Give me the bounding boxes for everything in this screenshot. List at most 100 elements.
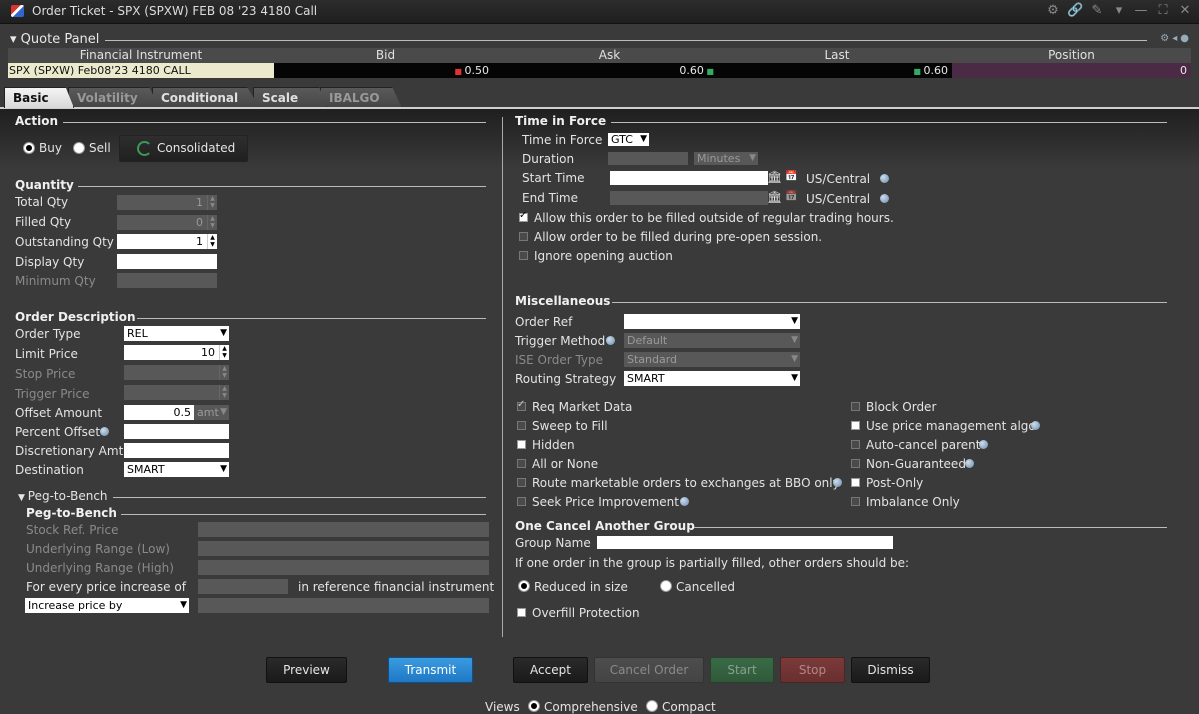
stock-ref-price-label: Stock Ref. Price [26, 523, 119, 537]
order-type-select[interactable]: REL ▼ [124, 326, 229, 341]
quote-panel-title[interactable]: ▾ Quote Panel [10, 32, 99, 47]
close-icon[interactable]: ✕ [1177, 3, 1193, 18]
tab-ibalgo[interactable]: IBALGO [320, 87, 402, 108]
tab-scale[interactable]: Scale [253, 87, 328, 108]
info-icon[interactable] [833, 478, 842, 487]
tif-select[interactable]: GTC ▼ [608, 133, 649, 146]
consolidated-button[interactable]: Consolidated [119, 135, 248, 162]
help-icon[interactable]: ● [1180, 33, 1189, 44]
imbalance-only-checkbox[interactable] [851, 497, 860, 506]
outstanding-qty-field[interactable]: 1 ▲ ▼ [117, 234, 217, 249]
minimum-qty-field [117, 273, 217, 288]
routing-strategy-select[interactable]: SMART ▼ [624, 371, 800, 386]
post-only-label: Post-Only [866, 476, 924, 490]
hidden-checkbox[interactable] [517, 440, 526, 449]
cancelled-radio[interactable] [660, 580, 672, 592]
trigger-price-label: Trigger Price [15, 387, 90, 401]
tab-basic[interactable]: Basic [4, 87, 74, 108]
trigger-price-spinner: ▲ ▼ [219, 385, 229, 400]
calendar-icon: 📅 [785, 191, 798, 202]
ise-order-type-label: ISE Order Type [515, 353, 604, 367]
imbalance-only-label: Imbalance Only [866, 495, 960, 509]
display-qty-field[interactable] [117, 254, 217, 269]
quote-row[interactable]: SPX (SPXW) Feb08'23 4180 CALL ■ 0.50 0.6… [8, 63, 1191, 78]
auto-cancel-parent-checkbox[interactable] [851, 440, 860, 449]
limit-price-field[interactable]: 10 ▲ ▼ [124, 345, 229, 360]
gear-icon[interactable]: ⚙ [1045, 3, 1061, 18]
ise-order-type-select: Standard ▼ [624, 352, 800, 367]
outside-rth-checkbox[interactable] [519, 210, 528, 222]
exchange-icon[interactable]: 🏛 [767, 170, 782, 184]
hidden-label: Hidden [532, 438, 575, 452]
accept-button[interactable]: Accept [513, 657, 588, 683]
outstanding-qty-spinner[interactable]: ▲ ▼ [207, 234, 217, 249]
tif-title: Time in Force [515, 114, 607, 128]
link-icon[interactable]: 🔗 [1067, 3, 1083, 18]
seek-price-improvement-checkbox[interactable] [517, 497, 526, 506]
col-bid: Bid [375, 48, 396, 62]
expand-icon[interactable]: ◂ [1172, 33, 1177, 44]
peg-collapse-rule [113, 497, 486, 498]
info-icon[interactable] [880, 174, 889, 183]
info-icon[interactable] [680, 497, 689, 506]
collapse-triangle-icon: ▼ [18, 493, 28, 503]
total-qty-value: 1 [196, 196, 203, 209]
non-guaranteed-checkbox[interactable] [851, 459, 860, 468]
compact-radio[interactable] [646, 700, 658, 712]
pin-icon[interactable]: ✎ [1089, 3, 1105, 18]
block-order-checkbox[interactable] [851, 402, 860, 411]
minimize-icon[interactable]: — [1133, 3, 1149, 18]
ignore-auction-checkbox[interactable] [519, 251, 528, 260]
duration-field [608, 152, 688, 165]
post-only-checkbox[interactable] [851, 478, 860, 487]
increase-price-select[interactable]: Increase price by ▼ [25, 598, 189, 613]
refresh-icon [137, 141, 152, 156]
order-ref-select[interactable]: ▼ [624, 314, 800, 329]
calendar-icon[interactable]: 📅 [785, 171, 797, 182]
pre-open-checkbox[interactable] [519, 232, 528, 241]
sweep-to-fill-checkbox[interactable] [517, 421, 526, 430]
info-icon[interactable] [880, 194, 889, 203]
peg-to-bench-toggle[interactable]: ▼ Peg-to-Bench [18, 489, 108, 503]
sell-radio[interactable] [73, 142, 85, 154]
percent-offset-field[interactable] [124, 424, 229, 439]
all-or-none-checkbox[interactable] [517, 459, 526, 468]
info-icon[interactable] [100, 427, 109, 436]
title-bar: Order Ticket - SPX (SPXW) FEB 08 '23 418… [0, 0, 1199, 24]
chevron-down-icon: ▼ [791, 316, 798, 326]
dismiss-button[interactable]: Dismiss [851, 657, 930, 683]
col-position: Position [1048, 48, 1095, 62]
config-icon[interactable]: ⚙ [1160, 33, 1169, 44]
chevron-down-icon: ▼ [220, 328, 227, 338]
group-name-field[interactable] [597, 536, 893, 549]
tab-conditional[interactable]: Conditional [152, 87, 260, 108]
buy-radio[interactable] [23, 142, 35, 154]
reduced-radio[interactable] [518, 580, 530, 592]
comprehensive-radio[interactable] [528, 700, 540, 712]
price-mgmt-algo-checkbox[interactable] [851, 421, 860, 430]
start-time-field[interactable] [610, 171, 768, 185]
info-icon[interactable] [606, 336, 615, 345]
discretionary-amt-field[interactable] [124, 443, 229, 458]
offset-amount-field[interactable]: 0.5 [124, 405, 194, 420]
info-icon[interactable] [1031, 421, 1040, 430]
every-increase-field [198, 579, 288, 594]
info-icon[interactable] [965, 459, 974, 468]
overfill-protection-checkbox[interactable] [517, 608, 526, 617]
route-bbo-checkbox[interactable] [517, 478, 526, 487]
transmit-button[interactable]: Transmit [388, 657, 473, 683]
outside-rth-label: Allow this order to be filled outside of… [534, 211, 894, 225]
quote-position: 0 [952, 63, 1191, 78]
offset-amount-label: Offset Amount [15, 406, 103, 420]
tab-volatility[interactable]: Volatility [68, 87, 160, 108]
quote-panel-rule [105, 40, 1147, 41]
exchange-icon[interactable]: 🏛 [767, 190, 782, 204]
info-icon[interactable] [979, 440, 988, 449]
destination-select[interactable]: SMART ▼ [124, 462, 229, 477]
views-label: Views [485, 700, 520, 714]
chevron-down-icon[interactable]: ▾ [1111, 3, 1127, 18]
limit-price-spinner[interactable]: ▲ ▼ [219, 345, 229, 360]
maximize-icon[interactable]: ⛶ [1155, 3, 1171, 18]
preview-button[interactable]: Preview [266, 657, 347, 683]
req-market-data-checkbox[interactable] [517, 399, 526, 411]
